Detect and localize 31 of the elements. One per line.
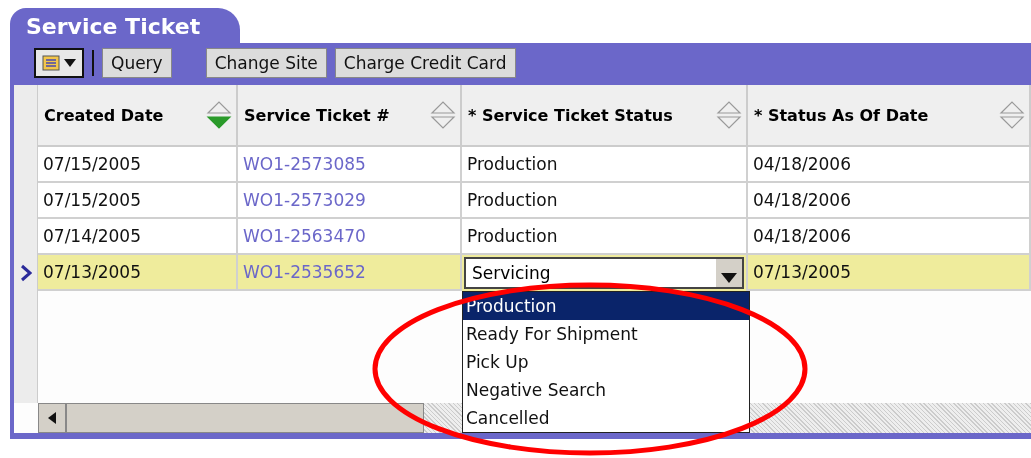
caret-icon xyxy=(721,273,737,283)
menu-button[interactable] xyxy=(34,48,84,78)
table-row[interactable]: 07/15/2005 WO1-2573085 Production 04/18/2006 xyxy=(14,147,1031,183)
dropdown-option[interactable]: Production xyxy=(463,292,749,320)
toolbar-button[interactable]: Charge Credit Card xyxy=(334,48,516,78)
status-dropdown[interactable]: Servicing xyxy=(464,257,744,289)
toolbar-button[interactable]: Change Site xyxy=(205,48,327,78)
sort-icon[interactable] xyxy=(430,100,456,130)
column-header[interactable]: * Status As Of Date xyxy=(748,85,1031,147)
column-header[interactable]: Service Ticket # xyxy=(238,85,462,147)
column-header[interactable]: Created Date xyxy=(38,85,238,147)
list-icon xyxy=(42,55,60,71)
scroll-thumb[interactable] xyxy=(66,403,424,433)
column-label: Service Ticket # xyxy=(244,105,390,125)
row-pointer-icon xyxy=(19,264,32,282)
ticket-link[interactable]: WO1-2535652 xyxy=(238,255,462,291)
tab-title[interactable]: Service Ticket xyxy=(10,8,241,43)
caret-icon xyxy=(64,59,76,67)
toolbar-button[interactable]: Query xyxy=(102,48,172,78)
sort-icon[interactable] xyxy=(999,100,1025,130)
table-cell: 07/13/2005 xyxy=(748,255,1031,291)
sort-icon[interactable] xyxy=(716,100,742,130)
table-row[interactable]: 07/14/2005 WO1-2563470 Production 04/18/2006 xyxy=(14,219,1031,255)
scroll-left-icon[interactable] xyxy=(48,412,56,424)
table-cell: 07/13/2005 xyxy=(38,255,238,291)
column-label: * Status As Of Date xyxy=(754,105,929,125)
sort-icon[interactable] xyxy=(206,100,232,130)
column-label: * Service Ticket Status xyxy=(468,105,673,125)
column-header[interactable]: * Service Ticket Status xyxy=(462,85,748,147)
column-label: Created Date xyxy=(44,105,164,125)
table-row[interactable]: 07/15/2005 WO1-2573029 Production 04/18/2006 xyxy=(14,183,1031,219)
